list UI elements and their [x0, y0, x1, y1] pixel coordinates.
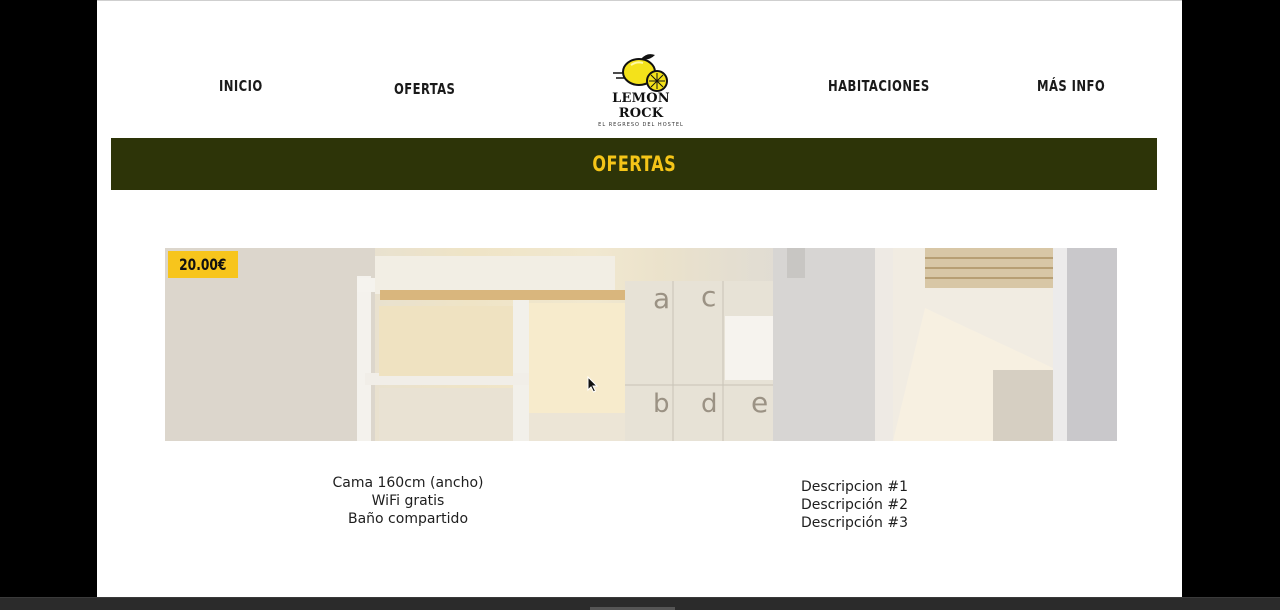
- section-title: OFERTAS: [592, 152, 676, 176]
- svg-text:e: e: [751, 386, 768, 419]
- features-list-left: Cama 160cm (ancho) WiFi gratis Baño comp…: [297, 474, 519, 528]
- lemon-icon: [613, 54, 668, 92]
- price-value: 20.00€: [179, 255, 227, 274]
- nav-habitaciones[interactable]: HABITACIONES: [828, 77, 930, 95]
- logo-tagline: EL REGRESO DEL HOSTEL: [598, 122, 684, 128]
- nav-mas-info[interactable]: MÁS INFO: [1037, 77, 1105, 95]
- description-item: Descripción #3: [800, 515, 909, 531]
- bunk-bed-room-photo: a c b d e: [165, 248, 1117, 441]
- price-badge: 20.00€: [168, 251, 238, 278]
- feature-item: WiFi gratis: [371, 493, 445, 509]
- feature-item: Cama 160cm (ancho): [332, 475, 484, 491]
- description-item: Descripción #2: [800, 497, 909, 513]
- taskbar-strip: [0, 597, 1280, 610]
- description-item: Descripcion #1: [800, 479, 909, 495]
- mouse-cursor-icon: [587, 376, 599, 393]
- nav-ofertas[interactable]: OFERTAS: [394, 80, 455, 98]
- nav-inicio[interactable]: INICIO: [219, 77, 263, 95]
- section-banner: OFERTAS: [111, 138, 1157, 190]
- logo[interactable]: LEMON ROCK EL REGRESO DEL HOSTEL: [590, 51, 692, 128]
- page: INICIO OFERTAS LEMON ROCK EL REGRESO DEL…: [97, 0, 1182, 598]
- svg-text:b: b: [653, 389, 670, 419]
- features-list-right: Descripcion #1 Descripción #2 Descripció…: [757, 478, 952, 532]
- svg-text:a: a: [653, 282, 670, 315]
- svg-text:d: d: [701, 389, 718, 419]
- feature-item: Baño compartido: [347, 511, 469, 527]
- offer-image[interactable]: 20.00€ a c b d e: [165, 248, 1117, 441]
- logo-name: LEMON ROCK: [612, 91, 670, 121]
- svg-text:c: c: [701, 280, 716, 313]
